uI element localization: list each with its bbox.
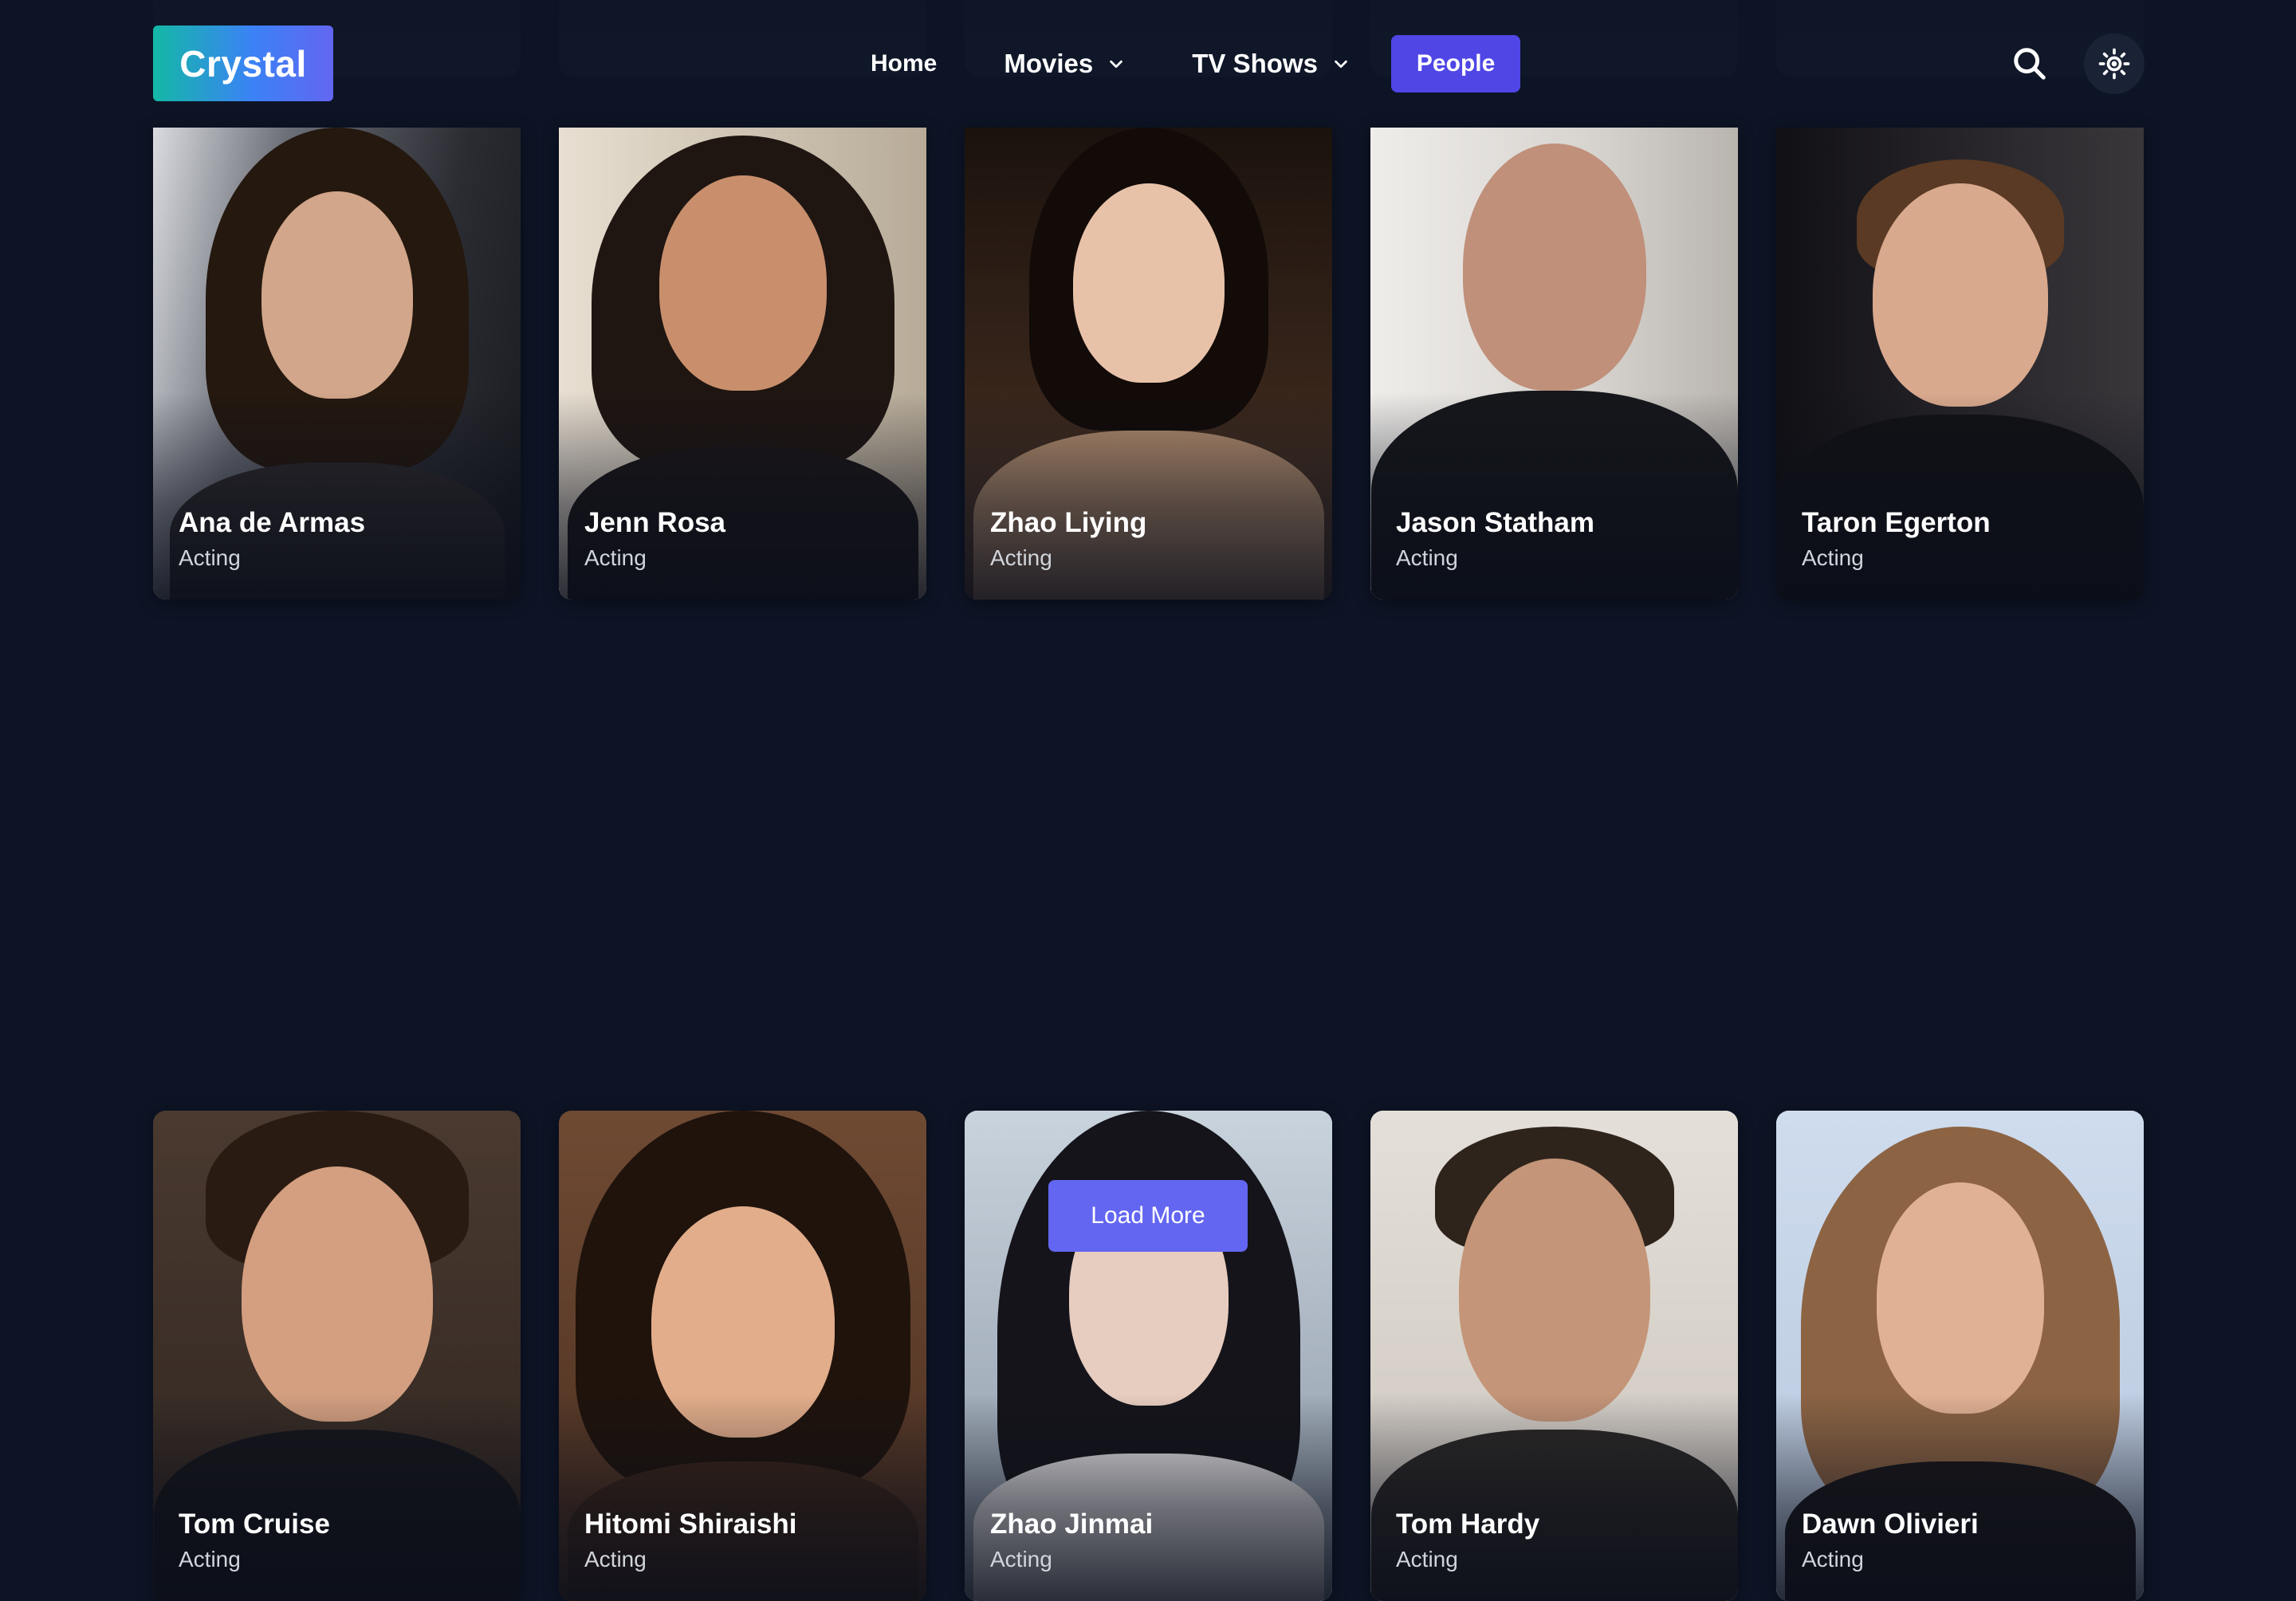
load-more-button[interactable]: Load More	[1048, 1180, 1248, 1252]
person-card-jason-statham[interactable]: Jason Statham Acting	[1370, 128, 1738, 600]
person-card-hitomi-shiraishi[interactable]: Hitomi Shiraishi Acting	[559, 1111, 926, 1601]
person-name[interactable]: Hitomi Shiraishi	[584, 1509, 796, 1540]
nav-people[interactable]: People	[1390, 35, 1521, 92]
person-name[interactable]: Jason Statham	[1396, 507, 1594, 539]
chevron-down-icon	[1110, 60, 1123, 69]
chevron-down-icon	[1335, 60, 1347, 69]
person-card-tom-hardy[interactable]: Tom Hardy Acting	[1370, 1111, 1738, 1601]
person-name[interactable]: Jenn Rosa	[584, 507, 725, 539]
person-name[interactable]: Dawn Olivieri	[1802, 1509, 1979, 1540]
brand-logo[interactable]: Crystal	[153, 26, 333, 101]
person-card-taron-egerton[interactable]: Taron Egerton Acting	[1776, 128, 2144, 600]
nav-tv-shows-label: TV Shows	[1192, 49, 1318, 78]
person-name[interactable]: Zhao Liying	[990, 507, 1146, 539]
person-department: Acting	[179, 545, 241, 570]
nav-movies[interactable]: Movies	[978, 35, 1150, 92]
person-department: Acting	[1396, 545, 1458, 570]
person-name[interactable]: Tom Hardy	[1396, 1509, 1539, 1540]
search-icon	[2014, 48, 2046, 80]
nav-people-label: People	[1416, 50, 1496, 77]
person-department: Acting	[584, 1547, 647, 1571]
nav-home[interactable]: Home	[845, 35, 962, 92]
person-card-tom-cruise[interactable]: Tom Cruise Acting	[153, 1111, 521, 1601]
person-card-jenn-rosa[interactable]: Jenn Rosa Acting	[559, 128, 926, 600]
person-department: Acting	[990, 1547, 1052, 1571]
main-nav: Home Movies TV Shows People	[845, 35, 1521, 92]
person-card-zhao-liying[interactable]: Zhao Liying Acting	[965, 128, 1332, 600]
person-department: Acting	[1396, 1547, 1458, 1571]
person-department: Acting	[1802, 545, 1864, 570]
person-department: Acting	[179, 1547, 241, 1571]
person-card-ana-de-armas[interactable]: Ana de Armas Acting	[153, 128, 521, 600]
nav-tv-shows[interactable]: TV Shows	[1166, 35, 1375, 92]
nav-movies-label: Movies	[1004, 49, 1094, 78]
person-name[interactable]: Ana de Armas	[179, 507, 365, 539]
site-header: Crystal Home Movies TV Shows People	[0, 0, 2296, 128]
person-department: Acting	[584, 545, 647, 570]
sun-icon	[2098, 48, 2130, 80]
person-name[interactable]: Zhao Jinmai	[990, 1509, 1153, 1540]
search-button[interactable]	[2006, 40, 2054, 88]
people-grid: Ana de Armas Acting Jenn Rosa Acting Zha…	[153, 128, 2144, 1601]
person-department: Acting	[990, 545, 1052, 570]
person-name[interactable]: Taron Egerton	[1802, 507, 1991, 539]
theme-toggle-button[interactable]	[2084, 33, 2145, 94]
person-department: Acting	[1802, 1547, 1864, 1571]
person-name[interactable]: Tom Cruise	[179, 1509, 330, 1540]
person-card-dawn-olivieri[interactable]: Dawn Olivieri Acting	[1776, 1111, 2144, 1601]
nav-home-label: Home	[871, 50, 938, 77]
